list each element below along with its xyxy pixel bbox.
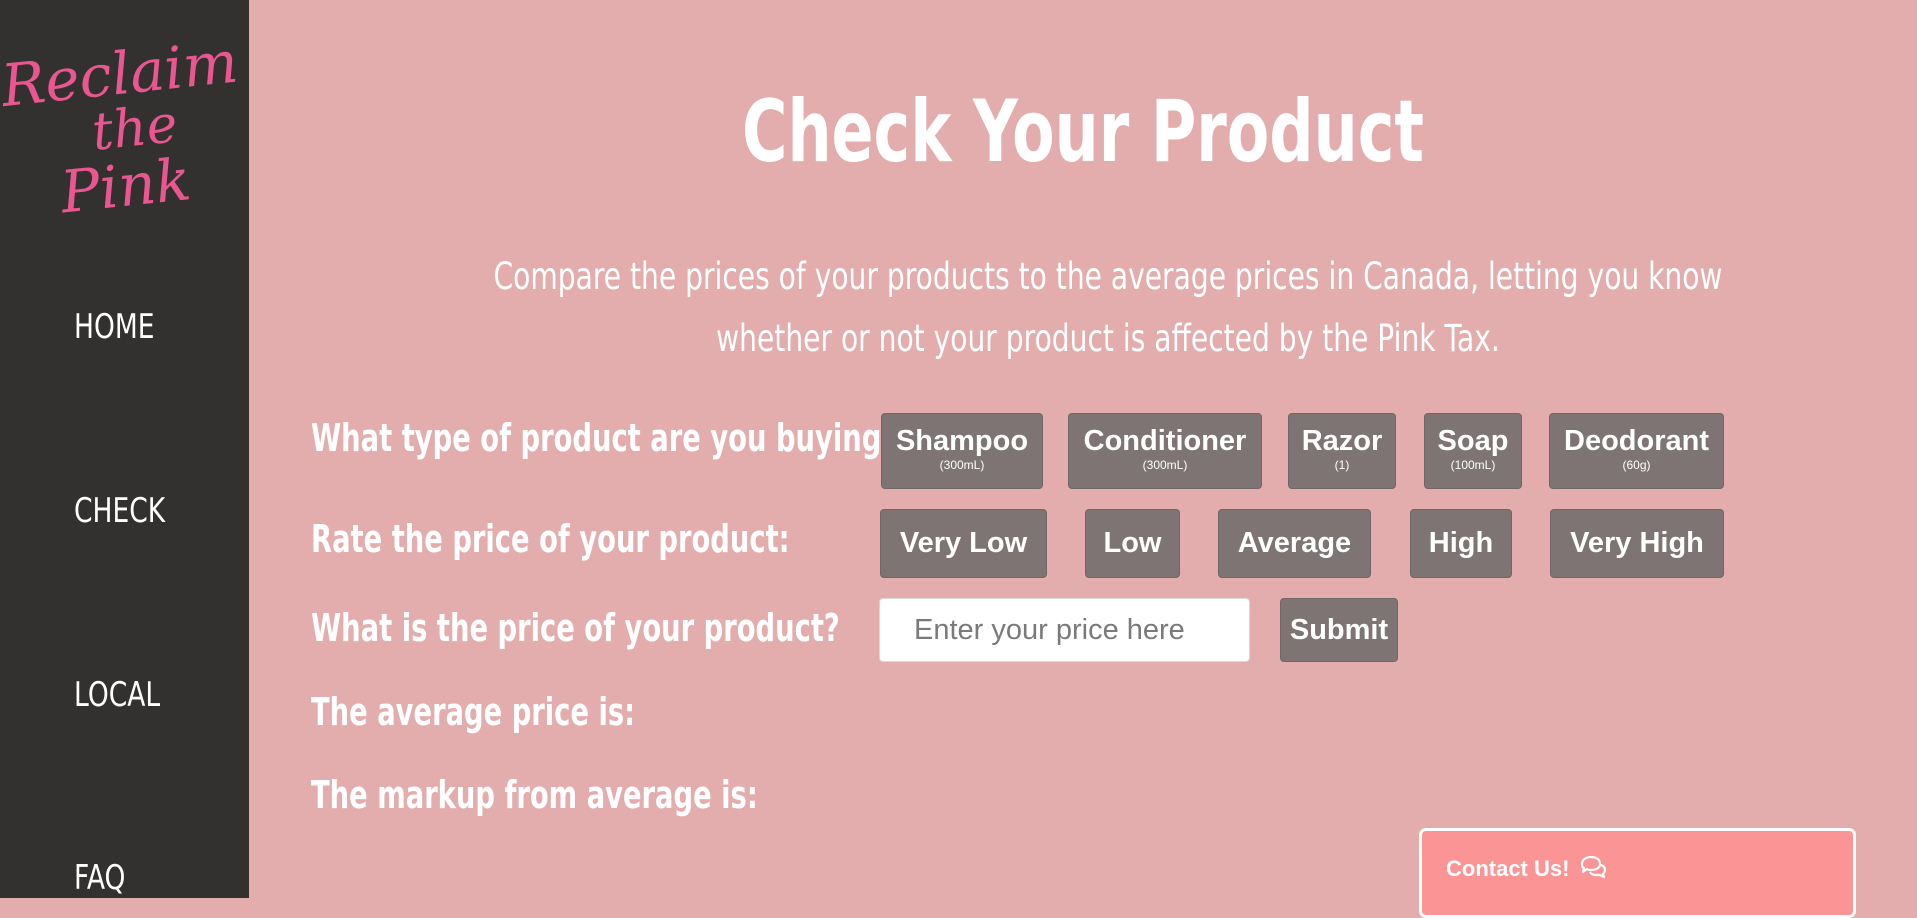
product-size: (300mL) (1142, 458, 1188, 472)
product-type-label: What type of product are you buying? (311, 416, 898, 460)
nav-home[interactable]: HOME (74, 307, 154, 347)
page-title: Check Your Product (742, 82, 1424, 182)
nav-local[interactable]: LOCAL (74, 675, 160, 715)
product-soap-button[interactable]: Soap (100mL) (1424, 413, 1522, 489)
product-size: (60g) (1622, 458, 1651, 472)
product-size: (1) (1334, 458, 1350, 472)
sidebar: Reclaim the Pink HOME CHECK LOCAL FAQ (0, 0, 249, 898)
product-razor-button[interactable]: Razor (1) (1288, 413, 1396, 489)
product-size: (100mL) (1450, 458, 1496, 472)
product-label: Deodorant (1564, 425, 1709, 457)
product-label: Conditioner (1083, 425, 1247, 457)
product-label: Razor (1301, 425, 1383, 457)
rate-average-button[interactable]: Average (1218, 509, 1371, 578)
contact-label: Contact Us! (1446, 856, 1570, 881)
logo[interactable]: Reclaim the Pink (0, 28, 241, 246)
page-description: Compare the prices of your products to t… (493, 255, 1723, 360)
markup-label: The markup from average is: (311, 773, 758, 817)
rate-high-button[interactable]: High (1410, 509, 1512, 578)
main-content: Check Your Product Compare the prices of… (249, 0, 1917, 898)
contact-us-button[interactable]: Contact Us! (1419, 828, 1856, 918)
product-conditioner-button[interactable]: Conditioner (300mL) (1068, 413, 1262, 489)
rate-very-high-button[interactable]: Very High (1550, 509, 1724, 578)
product-size: (300mL) (939, 458, 985, 472)
product-label: Soap (1437, 425, 1509, 457)
rate-price-label: Rate the price of your product: (311, 517, 790, 561)
product-deodorant-button[interactable]: Deodorant (60g) (1549, 413, 1724, 489)
product-shampoo-button[interactable]: Shampoo (300mL) (881, 413, 1043, 489)
product-label: Shampoo (895, 425, 1029, 457)
rate-low-button[interactable]: Low (1085, 509, 1180, 578)
price-input[interactable] (879, 598, 1250, 662)
nav-faq[interactable]: FAQ (74, 858, 125, 898)
price-label: What is the price of your product? (311, 606, 840, 650)
average-price-label: The average price is: (311, 690, 636, 734)
chat-bubbles-icon (1580, 856, 1606, 878)
submit-button[interactable]: Submit (1280, 598, 1398, 662)
nav-check[interactable]: CHECK (74, 491, 165, 531)
rate-very-low-button[interactable]: Very Low (880, 509, 1047, 578)
